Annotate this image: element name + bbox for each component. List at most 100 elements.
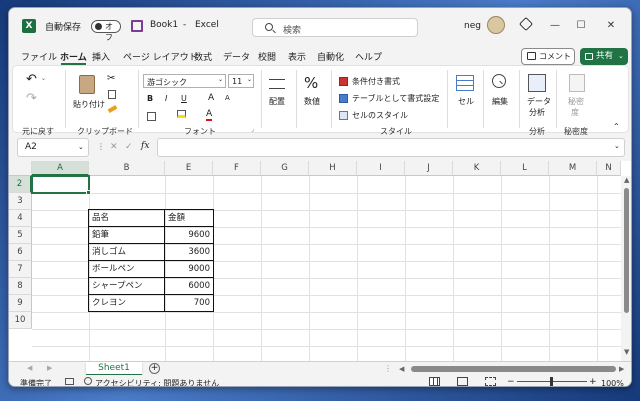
conditional-format-icon[interactable] [339, 77, 348, 86]
tab-formulas[interactable]: 数式 [194, 50, 212, 63]
comment-button[interactable]: コメント [521, 48, 575, 65]
scroll-down-icon[interactable]: ▼ [624, 348, 629, 356]
column-header[interactable]: A [32, 161, 89, 176]
macro-icon[interactable] [65, 378, 74, 385]
vertical-scrollbar[interactable]: ▲ ▼ [621, 176, 631, 362]
conditional-format-button[interactable]: 条件付き書式 [352, 76, 400, 87]
zoom-slider-thumb[interactable] [550, 377, 553, 386]
share-button[interactable]: 共有 ⌄ [580, 48, 628, 65]
tab-review[interactable]: 校閲 [258, 50, 276, 63]
column-header[interactable]: M [549, 161, 597, 176]
tab-insert[interactable]: 挿入 [92, 50, 110, 63]
cut-icon[interactable]: ✂ [107, 73, 115, 84]
collapse-ribbon-icon[interactable]: ⌃ [613, 122, 620, 131]
analyze-data-label2[interactable]: 分析 [529, 107, 545, 118]
fill-color-icon[interactable] [177, 110, 186, 118]
tab-view[interactable]: 表示 [288, 50, 306, 63]
row-header[interactable]: 10 [9, 312, 32, 329]
bold-button[interactable]: B [147, 94, 153, 103]
dialog-launcher-icon[interactable]: ⌟ [126, 126, 129, 133]
analyze-data-icon[interactable] [528, 74, 546, 92]
column-header[interactable]: H [309, 161, 357, 176]
editing-button[interactable]: 編集 [492, 96, 508, 107]
tab-automate[interactable]: 自動化 [317, 50, 344, 63]
chevron-down-icon[interactable]: ⌄ [614, 142, 620, 150]
select-all-corner[interactable] [9, 161, 32, 176]
split-handle-icon[interactable]: ⋮ [384, 364, 392, 373]
tab-help[interactable]: ヘルプ [355, 50, 382, 63]
page-layout-view-icon[interactable] [457, 377, 468, 386]
analyze-data-label1[interactable]: データ [527, 96, 551, 107]
zoom-out-button[interactable]: − [507, 376, 515, 386]
paste-icon[interactable] [79, 75, 95, 94]
scroll-right-icon[interactable]: ▶ [619, 365, 624, 373]
sensitivity-label1[interactable]: 秘密 [568, 96, 584, 107]
column-header[interactable]: K [453, 161, 501, 176]
column-header[interactable]: N [597, 161, 621, 176]
cell-styles-icon[interactable] [339, 111, 348, 120]
scroll-left-icon[interactable]: ◀ [27, 364, 32, 372]
normal-view-icon[interactable] [429, 377, 440, 386]
row-header[interactable]: 7 [9, 261, 32, 278]
row-header[interactable]: 8 [9, 278, 32, 295]
formula-input[interactable]: ⌄ [157, 138, 625, 157]
row-header[interactable]: 6 [9, 244, 32, 261]
page-break-view-icon[interactable] [485, 377, 496, 386]
close-button[interactable]: ✕ [601, 18, 621, 34]
row-header[interactable]: 4 [9, 210, 32, 227]
shrink-font-button[interactable]: A [225, 94, 230, 102]
undo-icon[interactable]: ↶ [26, 72, 37, 87]
column-header[interactable]: I [357, 161, 405, 176]
scroll-left-icon[interactable]: ◀ [399, 365, 404, 373]
font-color-icon[interactable]: A [206, 109, 213, 121]
undo-dropdown-icon[interactable]: ⌄ [41, 75, 46, 82]
number-button[interactable]: 数値 [304, 96, 320, 107]
cells-button[interactable]: セル [458, 96, 474, 107]
add-sheet-button[interactable]: + [149, 363, 160, 374]
cells-icon[interactable] [456, 75, 474, 91]
horizontal-scroll-thumb[interactable] [411, 366, 616, 372]
row-header[interactable]: 2 [9, 176, 32, 193]
paste-button[interactable]: 貼り付け [73, 99, 105, 110]
number-icon[interactable]: % [304, 74, 318, 92]
accessibility-icon[interactable] [84, 377, 92, 385]
grow-font-button[interactable]: A [208, 93, 214, 103]
tab-home[interactable]: ホーム [60, 50, 87, 65]
sensitivity-icon[interactable] [569, 74, 585, 92]
insert-function-icon[interactable]: fx [141, 141, 149, 151]
tab-page-layout[interactable]: ページ レイアウト [123, 50, 198, 63]
search-box[interactable]: 検索 [252, 18, 418, 37]
find-icon[interactable] [492, 74, 506, 88]
save-icon[interactable] [131, 20, 143, 32]
chevron-down-icon[interactable]: ⌄ [618, 48, 624, 65]
zoom-in-button[interactable]: + [589, 376, 597, 386]
name-box[interactable]: A2 ⌄ [17, 138, 89, 157]
dialog-launcher-icon[interactable]: ⌟ [251, 126, 254, 133]
column-header[interactable]: L [501, 161, 549, 176]
font-size-select[interactable]: 11 ⌄ [228, 74, 254, 88]
selected-cell[interactable] [31, 175, 90, 194]
minimize-button[interactable]: — [545, 18, 565, 34]
zoom-level[interactable]: 100% [601, 377, 624, 386]
sensitivity-label2[interactable]: 度 [571, 107, 579, 118]
row-header[interactable]: 3 [9, 193, 32, 210]
format-painter-icon[interactable] [107, 105, 118, 113]
format-as-table-icon[interactable] [339, 94, 348, 103]
avatar[interactable] [487, 16, 505, 34]
font-name-select[interactable]: 游ゴシック ⌄ [143, 74, 226, 88]
scroll-up-icon[interactable]: ▲ [624, 176, 629, 184]
tab-file[interactable]: ファイル [21, 50, 57, 63]
fill-handle[interactable] [86, 190, 91, 195]
enter-icon[interactable]: ✓ [125, 142, 133, 152]
scroll-right-icon[interactable]: ▶ [47, 364, 52, 372]
accessibility-status[interactable]: アクセシビリティ: 問題ありません [95, 377, 219, 386]
vertical-scroll-thumb[interactable] [624, 188, 629, 313]
row-header[interactable]: 5 [9, 227, 32, 244]
pen-icon[interactable] [518, 16, 534, 32]
cell-styles-button[interactable]: セルのスタイル [352, 110, 408, 121]
column-header[interactable]: E [165, 161, 213, 176]
cancel-icon[interactable]: ✕ [110, 142, 118, 152]
align-icon[interactable] [269, 79, 285, 89]
column-header[interactable]: J [405, 161, 453, 176]
format-as-table-button[interactable]: テーブルとして書式設定 [352, 93, 439, 104]
